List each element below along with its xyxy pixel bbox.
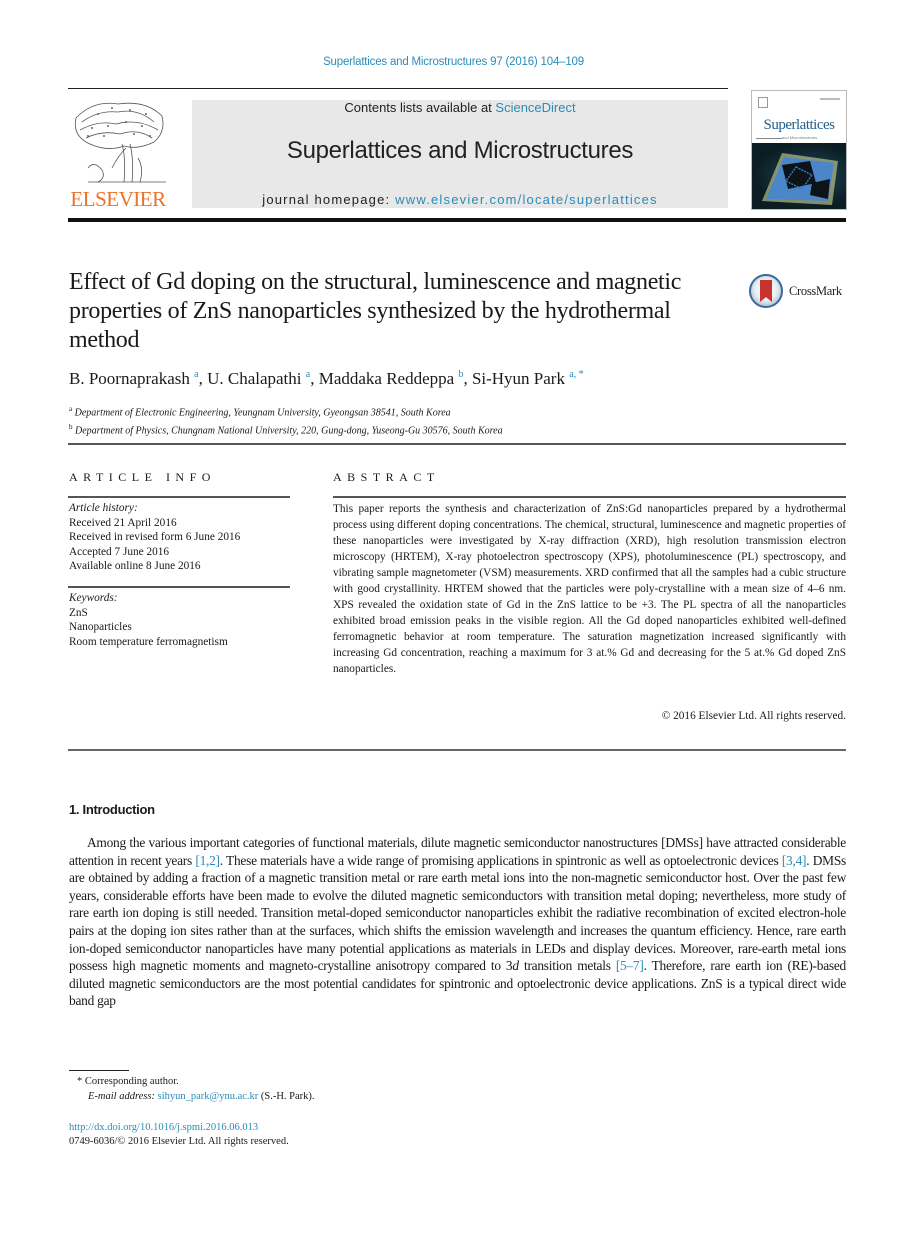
author-name[interactable]: Si-Hyun Park: [472, 369, 565, 388]
cover-title: Superlattices: [763, 117, 835, 133]
keyword-item[interactable]: Nanoparticles: [69, 620, 228, 635]
section-heading-introduction: 1. Introduction: [69, 802, 155, 817]
article-title: Effect of Gd doping on the structural, l…: [69, 269, 682, 353]
masthead-bottom-rule: [68, 218, 846, 222]
author-name[interactable]: U. Chalapathi: [207, 369, 301, 388]
footnote-rule: [69, 1070, 129, 1071]
header-divider: [68, 443, 846, 445]
author-name[interactable]: Maddaka Reddeppa: [319, 369, 454, 388]
article-info-rule: [68, 496, 290, 498]
contents-available-line: Contents lists available at ScienceDirec…: [192, 100, 728, 116]
affiliation-text: Department of Physics, Chungnam National…: [75, 425, 503, 437]
affiliation-list: a Department of Electronic Engineering, …: [69, 402, 503, 439]
keyword-item[interactable]: ZnS: [69, 606, 228, 621]
keywords-rule: [68, 586, 290, 588]
affiliation-mark[interactable]: a, *: [569, 369, 583, 380]
keywords-block: Keywords: ZnS Nanoparticles Room tempera…: [69, 591, 228, 649]
cover-image: [752, 143, 846, 209]
corresponding-author-note: * Corresponding author.: [77, 1076, 179, 1087]
paragraph-text: . These materials have a wide range of p…: [219, 852, 782, 868]
journal-cover-thumbnail[interactable]: Superlattices and Microstructures: [751, 90, 847, 210]
abstract-heading: ABSTRACT: [333, 470, 440, 484]
history-accepted: Accepted 7 June 2016: [69, 545, 170, 558]
contents-prefix: Contents lists available at: [344, 100, 496, 115]
journal-title[interactable]: Superlattices and Microstructures: [192, 137, 728, 165]
journal-masthead: ELSEVIER Contents lists available at Sci…: [68, 88, 847, 220]
abstract-bottom-rule: [68, 749, 846, 751]
elsevier-wordmark: ELSEVIER: [70, 187, 166, 211]
cover-rule: [756, 138, 782, 139]
cover-issue-mark: [820, 98, 840, 100]
affiliation-letter: a: [69, 405, 73, 413]
journal-homepage-line: journal homepage: www.elsevier.com/locat…: [192, 192, 728, 208]
email-suffix: (S.-H. Park).: [258, 1091, 315, 1102]
homepage-prefix: journal homepage:: [262, 192, 396, 207]
author-name[interactable]: B. Poornaprakash: [69, 369, 190, 388]
crossmark-badge[interactable]: CrossMark: [749, 274, 849, 314]
issn-copyright: 0749-6036/© 2016 Elsevier Ltd. All right…: [69, 1136, 289, 1147]
paragraph-text: transition metals: [518, 958, 616, 974]
keyword-item[interactable]: Room temperature ferromagnetism: [69, 635, 228, 650]
affiliation-mark[interactable]: a: [194, 369, 198, 380]
history-received: Received 21 April 2016: [69, 516, 177, 529]
journal-citation-link[interactable]: Superlattices and Microstructures 97 (20…: [0, 56, 907, 68]
abstract-rule: [333, 496, 846, 498]
keywords-label: Keywords:: [69, 592, 118, 604]
affiliation-mark[interactable]: b: [458, 369, 463, 380]
journal-homepage-link[interactable]: www.elsevier.com/locate/superlattices: [395, 192, 658, 207]
journal-banner: Contents lists available at ScienceDirec…: [192, 100, 728, 208]
email-note: E-mail address: sihyun_park@ynu.ac.kr (S…: [88, 1090, 315, 1104]
article-history: Article history: Received 21 April 2016 …: [69, 501, 240, 574]
cover-subtitle: and Microstructures: [782, 135, 818, 140]
masthead-top-rule: [68, 88, 728, 89]
abstract-copyright: © 2016 Elsevier Ltd. All rights reserved…: [661, 710, 846, 722]
article-history-label: Article history:: [69, 502, 138, 514]
elsevier-logo[interactable]: ELSEVIER: [68, 98, 168, 210]
article-info-heading: ARTICLE INFO: [69, 470, 216, 484]
reference-link[interactable]: [5–7]: [616, 958, 644, 973]
paragraph-text: . DMSs are obtained by adding a fraction…: [69, 852, 846, 974]
affiliation-text: Department of Electronic Engineering, Ye…: [74, 407, 451, 419]
email-link[interactable]: sihyun_park@ynu.ac.kr: [158, 1091, 259, 1102]
history-revised: Received in revised form 6 June 2016: [69, 531, 241, 543]
cover-publisher-icon: [758, 97, 768, 108]
crossmark-label: CrossMark: [789, 284, 842, 298]
cover-graphic-icon: [762, 153, 838, 205]
affiliation-letter: b: [69, 423, 73, 432]
affiliation-item: b Department of Physics, Chungnam Nation…: [69, 420, 503, 438]
email-label: E-mail address:: [88, 1091, 158, 1102]
abstract-text: This paper reports the synthesis and cha…: [333, 503, 846, 675]
reference-link[interactable]: [3,4]: [782, 853, 807, 868]
history-online: Available online 8 June 2016: [69, 560, 201, 572]
affiliation-mark[interactable]: a: [306, 369, 310, 380]
doi-link[interactable]: http://dx.doi.org/10.1016/j.spmi.2016.06…: [69, 1121, 258, 1135]
sciencedirect-link[interactable]: ScienceDirect: [495, 100, 575, 115]
affiliation-item: a Department of Electronic Engineering, …: [69, 402, 503, 420]
introduction-paragraph: Among the various important categories o…: [69, 834, 846, 1010]
author-list: B. Poornaprakash a, U. Chalapathi a, Mad…: [69, 369, 584, 388]
elsevier-tree-icon: [74, 102, 166, 183]
reference-link[interactable]: [1,2]: [195, 853, 220, 868]
